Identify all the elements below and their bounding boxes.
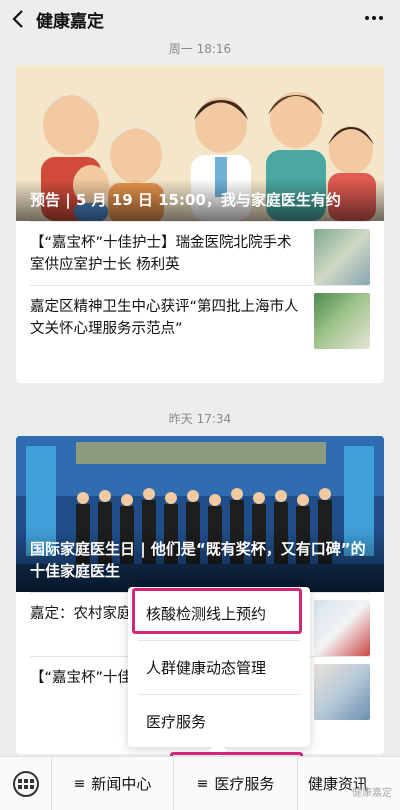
list-item-title: 嘉定区精神卫生中心获评“第四批上海市人文关怀心理服务示范点” [30,299,299,337]
article-card: 预告 | 5 月 19 日 15:00，我与家庭医生有约 【“嘉宝杯”十佳护士】… [16,65,384,383]
article-hero[interactable]: 国际家庭医生日 | 他们是“既有奖杯，又有口碑”的十佳家庭医生 [16,436,384,592]
article-thumbnail [314,664,370,720]
submenu-item-nucleic-acid-booking[interactable]: 核酸检测线上预约 [128,587,310,640]
article-thumbnail [314,229,370,285]
timestamp: 昨天 17:34 [168,412,232,426]
submenu-popup: 核酸检测线上预约 人群健康动态管理 医疗服务 [128,587,310,759]
chevron-left-icon[interactable] [0,0,36,38]
menu-medical-services[interactable]: ≡ 医疗服务 [174,756,298,810]
article-hero-caption: 国际家庭医生日 | 他们是“既有奖杯，又有口碑”的十佳家庭医生 [16,528,384,592]
article-thumbnail [314,293,370,349]
article-thumbnail [314,600,370,656]
article-hero-caption: 预告 | 5 月 19 日 15:00，我与家庭医生有约 [16,179,384,221]
keyboard-icon[interactable] [0,756,52,810]
hamburger-icon: ≡ [196,775,209,792]
hamburger-icon: ≡ [73,775,86,792]
more-dots-icon[interactable] [364,8,384,33]
top-bar: 健康嘉定 [0,0,400,38]
list-item[interactable]: 【“嘉宝杯”十佳护士】瑞金医院北院手术室供应室护士长 杨利英 [30,221,370,285]
timestamp: 周一 18:16 [168,42,232,56]
article-hero[interactable]: 预告 | 5 月 19 日 15:00，我与家庭医生有约 [16,65,384,221]
menu-label: 新闻中心 [91,775,152,793]
list-item[interactable]: 嘉定区精神卫生中心获评“第四批上海市人文关怀心理服务示范点” [30,285,370,349]
bottom-menu-bar: ≡ 新闻中心 ≡ 医疗服务 健康资讯 [0,756,400,810]
list-item-title: 【“嘉宝杯”十佳护士】瑞金医院北院手术室供应室护士长 杨利英 [30,235,292,273]
submenu-item-health-management[interactable]: 人群健康动态管理 [128,641,310,694]
menu-label: 医疗服务 [214,775,275,793]
submenu-item-medical-services[interactable]: 医疗服务 [128,695,310,748]
menu-news-center[interactable]: ≡ 新闻中心 [52,756,174,810]
watermark: 健康嘉定 [352,788,392,799]
page-title: 健康嘉定 [36,11,104,32]
